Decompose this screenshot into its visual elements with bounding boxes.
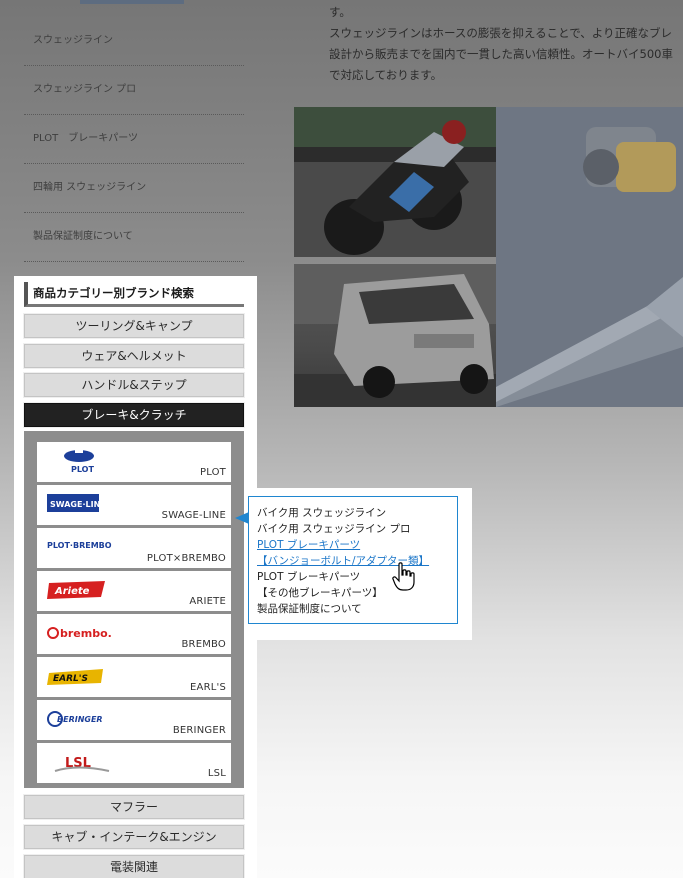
category-electrical[interactable]: 電装関連 (23, 854, 245, 878)
category-muffler[interactable]: マフラー (23, 794, 245, 820)
category-carb-intake-engine[interactable]: キャブ・インテーク&エンジン (23, 824, 245, 850)
category-wear-helmet[interactable]: ウェア&ヘルメット (23, 343, 245, 369)
brand-beringer[interactable]: BERINGER BERINGER (37, 700, 231, 740)
top-nav-item-4wheel-swage-line[interactable]: 四輪用 スウェッジライン (24, 164, 244, 213)
category-brand-search-panel: 商品カテゴリー別ブランド検索 ツーリング&キャンプ ウェア&ヘルメット ハンドル… (14, 276, 257, 878)
brand-lsl[interactable]: LSL LSL (37, 743, 231, 783)
flyout-link-plot-other-brake-parts-sub[interactable]: 【その他ブレーキパーツ】 (257, 585, 457, 601)
logo-text: SWAGE·LINE (50, 500, 106, 509)
description-line: す。 (329, 5, 351, 19)
category-brake-clutch[interactable]: ブレーキ&クラッチ (23, 402, 245, 428)
brand-name: SWAGE-LINE (161, 510, 226, 521)
logo-text: brembo. (60, 627, 112, 640)
description-line: スウェッジラインはホースの膨張を抑えることで、より正確なブレ (329, 26, 673, 40)
description-line: で対応しております。 (329, 68, 443, 82)
brand-plot[interactable]: PLOT PLOT (37, 442, 231, 482)
logo-text: PLOT (71, 465, 94, 474)
brand-ariete[interactable]: Ariete ARIETE (37, 571, 231, 611)
logo-text: BERINGER (57, 715, 103, 724)
flyout-link-label: PLOT ブレーキパーツ (257, 539, 361, 551)
panel-title: 商品カテゴリー別ブランド検索 (24, 282, 244, 307)
top-nav-item-swage-line[interactable]: スウェッジライン (24, 17, 244, 66)
flyout-link-plot-banjo-bolt[interactable]: PLOT ブレーキパーツ 【バンジョーボルト/アダプター類】 (257, 537, 457, 569)
brand-swage-line[interactable]: SWAGE·LINE SWAGE-LINE (37, 485, 231, 525)
brand-name: EARL'S (190, 682, 226, 693)
description-line: 設計から販売までを国内で一貫した高い信頼性。オートバイ500車 (329, 47, 673, 61)
brembo-logo-icon: brembo. (47, 620, 117, 646)
flyout-link-warranty[interactable]: 製品保証制度について (257, 601, 457, 617)
beringer-logo-icon: BERINGER (47, 706, 117, 732)
brand-brembo[interactable]: brembo. BREMBO (37, 614, 231, 654)
brake-hose-image (496, 107, 683, 407)
logo-text: PLOT·BREMBO (47, 541, 112, 550)
category-handle-step[interactable]: ハンドル&ステップ (23, 372, 245, 398)
top-nav-item-swage-line-pro[interactable]: スウェッジライン プロ (24, 66, 244, 115)
flyout-link-bike-swage-line[interactable]: バイク用 スウェッジライン (257, 505, 457, 521)
brand-list: PLOT PLOT SWAGE·LINE SWAGE-LINE PLOT·BRE… (24, 431, 244, 788)
brand-name: BREMBO (181, 639, 226, 650)
logo-text: EARL'S (53, 674, 88, 684)
lsl-logo-icon: LSL (47, 749, 117, 775)
swage-line-flyout-menu: バイク用 スウェッジライン バイク用 スウェッジライン プロ PLOT ブレーキ… (235, 488, 472, 640)
description-text: す。 スウェッジラインはホースの膨張を抑えることで、より正確なブレ 設計から販売… (329, 2, 683, 86)
top-nav-item-label: スウェッジライン (33, 35, 113, 46)
plot-brembo-logo-icon: PLOT·BREMBO (47, 534, 117, 560)
top-nav-item-label: 製品保証制度について (33, 231, 133, 242)
flyout-pointer-icon (235, 512, 249, 524)
brand-earls[interactable]: EARL'S EARL'S (37, 657, 231, 697)
logo-text: Ariete (54, 586, 90, 597)
top-nav-item-label: PLOT ブレーキパーツ (33, 133, 139, 144)
brand-plot-brembo[interactable]: PLOT·BREMBO PLOT×BREMBO (37, 528, 231, 568)
top-nav-bar (80, 0, 184, 4)
plot-logo-icon: PLOT (47, 448, 117, 474)
flyout-link-label: 【バンジョーボルト/アダプター類】 (257, 555, 430, 567)
earls-logo-icon: EARL'S (47, 663, 117, 689)
ariete-logo-icon: Ariete (47, 577, 117, 603)
top-nav-item-label: スウェッジライン プロ (33, 84, 137, 95)
minivan-image (294, 264, 496, 407)
swage-line-logo-icon: SWAGE·LINE (47, 491, 117, 517)
flyout-link-plot-other-brake-parts[interactable]: PLOT ブレーキパーツ (257, 569, 457, 585)
brand-name: BERINGER (172, 725, 226, 736)
top-nav-item-warranty[interactable]: 製品保証制度について (24, 213, 244, 262)
flyout-link-bike-swage-line-pro[interactable]: バイク用 スウェッジライン プロ (257, 521, 457, 537)
top-nav-item-plot-brake-parts[interactable]: PLOT ブレーキパーツ (24, 115, 244, 164)
brand-name: PLOT (199, 467, 226, 478)
flyout-box: バイク用 スウェッジライン バイク用 スウェッジライン プロ PLOT ブレーキ… (235, 496, 458, 624)
brand-name: PLOT×BREMBO (146, 553, 226, 564)
category-touring-camp[interactable]: ツーリング&キャンプ (23, 313, 245, 339)
brand-name: ARIETE (189, 596, 226, 607)
brand-name: LSL (207, 768, 226, 779)
top-nav-item-label: 四輪用 スウェッジライン (33, 182, 147, 193)
motorcycle-racing-image (294, 107, 496, 257)
hand-pointer-icon (392, 562, 415, 591)
